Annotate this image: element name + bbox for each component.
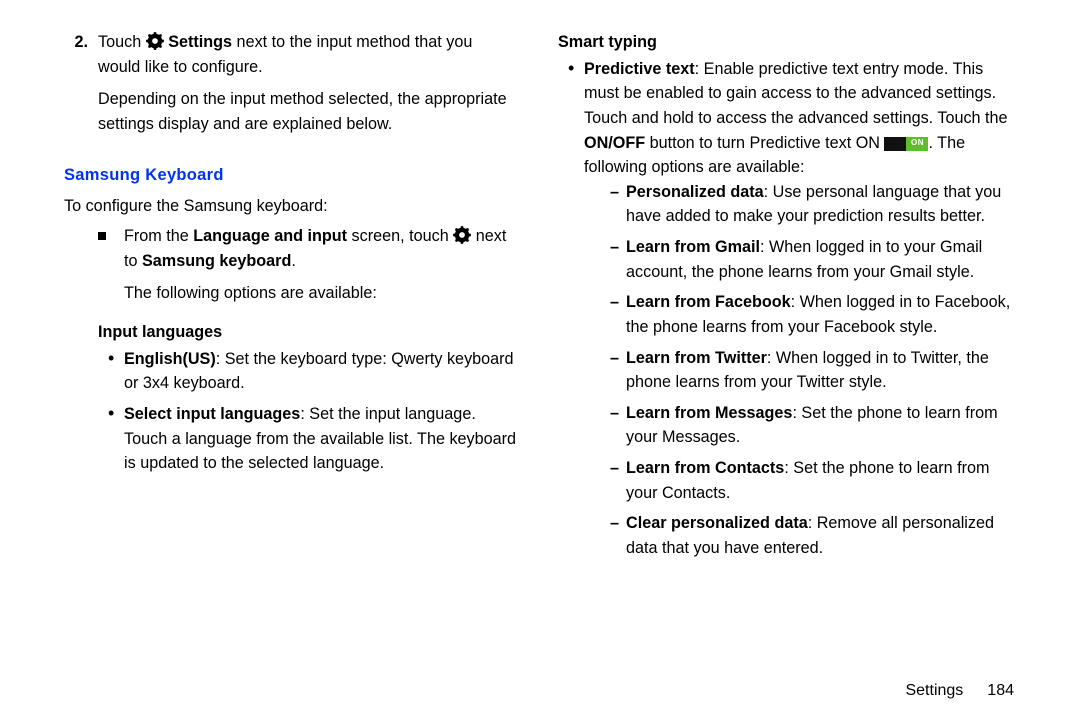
section-intro: To configure the Samsung keyboard:: [64, 194, 518, 219]
item-label: Learn from Facebook: [626, 293, 791, 311]
text: From the: [124, 227, 193, 245]
on-toggle-label: ON: [906, 137, 928, 151]
smart-typing-heading: Smart typing: [558, 30, 1016, 55]
gear-icon: [453, 226, 471, 244]
item-label: Predictive text: [584, 60, 695, 78]
page-footer: Settings 184: [905, 682, 1014, 700]
step-body: Touch Settings next to the input method …: [98, 30, 518, 79]
lang-input-label: Language and input: [193, 227, 347, 245]
samsung-keyboard-label: Samsung keyboard: [142, 252, 291, 270]
manual-page: 2. Touch Settings next to the input meth…: [0, 0, 1080, 720]
item-label: Learn from Twitter: [626, 349, 767, 367]
bullet-body: From the Language and input screen, touc…: [124, 224, 518, 273]
section-heading: Samsung Keyboard: [64, 163, 518, 188]
list-item: Learn from Facebook: When logged in to F…: [626, 290, 1016, 339]
gear-icon: [146, 32, 164, 50]
step-2-note: Depending on the input method selected, …: [98, 87, 518, 136]
list-item: Predictive text: Enable predictive text …: [584, 57, 1016, 561]
predictive-sublist: Personalized data: Use personal language…: [626, 180, 1016, 561]
footer-section: Settings: [905, 682, 963, 699]
item-label: Learn from Gmail: [626, 238, 760, 256]
list-item: Learn from Contacts: Set the phone to le…: [626, 456, 1016, 505]
list-item: Learn from Gmail: When logged in to your…: [626, 235, 1016, 284]
item-label: Learn from Messages: [626, 404, 792, 422]
item-label: Learn from Contacts: [626, 459, 784, 477]
list-item: Clear personalized data: Remove all pers…: [626, 511, 1016, 560]
square-bullet-icon: [98, 224, 124, 273]
item-label: Select input languages: [124, 405, 300, 423]
list-item: Personalized data: Use personal language…: [626, 180, 1016, 229]
item-text: button to turn Predictive text ON: [645, 134, 884, 152]
text: screen, touch: [347, 227, 453, 245]
on-toggle-icon: ON: [884, 137, 928, 151]
text: .: [291, 252, 296, 270]
right-column: Smart typing Predictive text: Enable pre…: [540, 30, 1030, 700]
smart-typing-list: Predictive text: Enable predictive text …: [584, 57, 1016, 561]
list-item: Learn from Messages: Set the phone to le…: [626, 401, 1016, 450]
step-2: 2. Touch Settings next to the input meth…: [64, 30, 518, 79]
onoff-label: ON/OFF: [584, 134, 645, 152]
left-column: 2. Touch Settings next to the input meth…: [50, 30, 540, 700]
main-bullet: From the Language and input screen, touc…: [98, 224, 518, 273]
input-languages-list: English(US): Set the keyboard type: Qwer…: [124, 347, 518, 476]
footer-page-number: 184: [987, 682, 1014, 699]
input-languages-heading: Input languages: [98, 320, 518, 345]
step-number: 2.: [64, 30, 98, 79]
item-label: English(US): [124, 350, 216, 368]
list-item: Select input languages: Set the input la…: [124, 402, 518, 476]
options-note: The following options are available:: [124, 281, 518, 306]
item-label: Personalized data: [626, 183, 764, 201]
list-item: Learn from Twitter: When logged in to Tw…: [626, 346, 1016, 395]
list-item: English(US): Set the keyboard type: Qwer…: [124, 347, 518, 396]
settings-label: Settings: [168, 33, 232, 51]
item-label: Clear personalized data: [626, 514, 808, 532]
text: Touch: [98, 33, 146, 51]
